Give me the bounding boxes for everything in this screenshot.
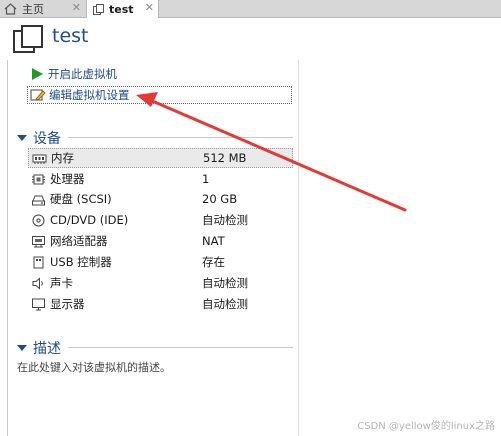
device-value: NAT <box>202 234 225 248</box>
device-value: 512 MB <box>203 151 247 165</box>
cpu-icon <box>31 173 46 186</box>
hard-disk-icon <box>31 193 46 206</box>
divider <box>298 60 299 436</box>
tab-test[interactable]: test ✕ <box>86 0 159 18</box>
cd-dvd-icon <box>31 214 46 227</box>
devices-section-label: 设备 <box>33 131 61 147</box>
usb-icon <box>31 256 46 269</box>
collapse-triangle-icon <box>17 135 27 141</box>
description-section-label: 描述 <box>33 341 61 357</box>
section-divider <box>68 137 293 138</box>
home-icon <box>4 2 17 15</box>
vm-icon <box>13 25 43 53</box>
device-value: 自动检测 <box>202 297 248 311</box>
device-row-sound-card[interactable]: 声卡 自动检测 <box>28 273 293 293</box>
device-row-cd-dvd[interactable]: CD/DVD (IDE) 自动检测 <box>28 210 293 230</box>
memory-icon <box>32 152 47 165</box>
power-on-button[interactable]: 开启此虚拟机 <box>29 66 117 82</box>
device-name: 声卡 <box>50 276 73 290</box>
device-value: 存在 <box>202 255 225 269</box>
devices-section-toggle[interactable]: 设备 <box>17 128 61 148</box>
device-value: 1 <box>202 172 210 186</box>
collapse-triangle-icon <box>17 345 27 351</box>
close-icon[interactable]: ✕ <box>72 1 81 14</box>
monitor-icon <box>31 298 46 311</box>
vm-icon <box>93 3 104 15</box>
device-value: 自动检测 <box>202 213 248 227</box>
divider <box>7 60 8 436</box>
edit-settings-label: 编辑虚拟机设置 <box>49 88 130 102</box>
tab-test-label: test <box>109 2 134 16</box>
tab-home-label: 主页 <box>22 2 44 16</box>
tab-bar: 主页 ✕ test ✕ <box>0 0 501 18</box>
close-icon[interactable]: ✕ <box>145 1 154 14</box>
device-value: 20 GB <box>202 192 238 206</box>
device-name: 网络适配器 <box>50 234 108 248</box>
network-adapter-icon <box>31 235 46 248</box>
device-value: 自动检测 <box>202 276 248 290</box>
device-name: 显示器 <box>50 297 85 311</box>
description-section-toggle[interactable]: 描述 <box>17 338 61 358</box>
device-name: 硬盘 (SCSI) <box>50 192 112 206</box>
tab-home[interactable]: 主页 ✕ <box>0 0 85 17</box>
speaker-icon <box>31 276 46 290</box>
description-field[interactable]: 在此处键入对该虚拟机的描述。 <box>17 359 171 375</box>
section-divider <box>68 347 293 348</box>
device-row-memory[interactable]: 内存 512 MB <box>28 148 293 168</box>
device-name: CD/DVD (IDE) <box>50 213 129 227</box>
power-on-label: 开启此虚拟机 <box>48 67 117 81</box>
page-title: test <box>52 25 89 47</box>
device-row-display[interactable]: 显示器 自动检测 <box>28 294 293 314</box>
device-row-cpu[interactable]: 处理器 1 <box>28 169 293 189</box>
device-name: 处理器 <box>50 172 85 186</box>
device-name: 内存 <box>51 151 74 165</box>
edit-settings-icon <box>30 88 46 102</box>
edit-settings-button[interactable]: 编辑虚拟机设置 <box>27 86 292 104</box>
device-row-usb[interactable]: USB 控制器 存在 <box>28 252 293 272</box>
device-row-network-adapter[interactable]: 网络适配器 NAT <box>28 231 293 251</box>
device-name: USB 控制器 <box>50 255 112 269</box>
device-row-hard-disk[interactable]: 硬盘 (SCSI) 20 GB <box>28 189 293 209</box>
play-icon <box>29 67 45 81</box>
watermark: CSDN @yellow俊的linux之路 <box>357 421 495 432</box>
